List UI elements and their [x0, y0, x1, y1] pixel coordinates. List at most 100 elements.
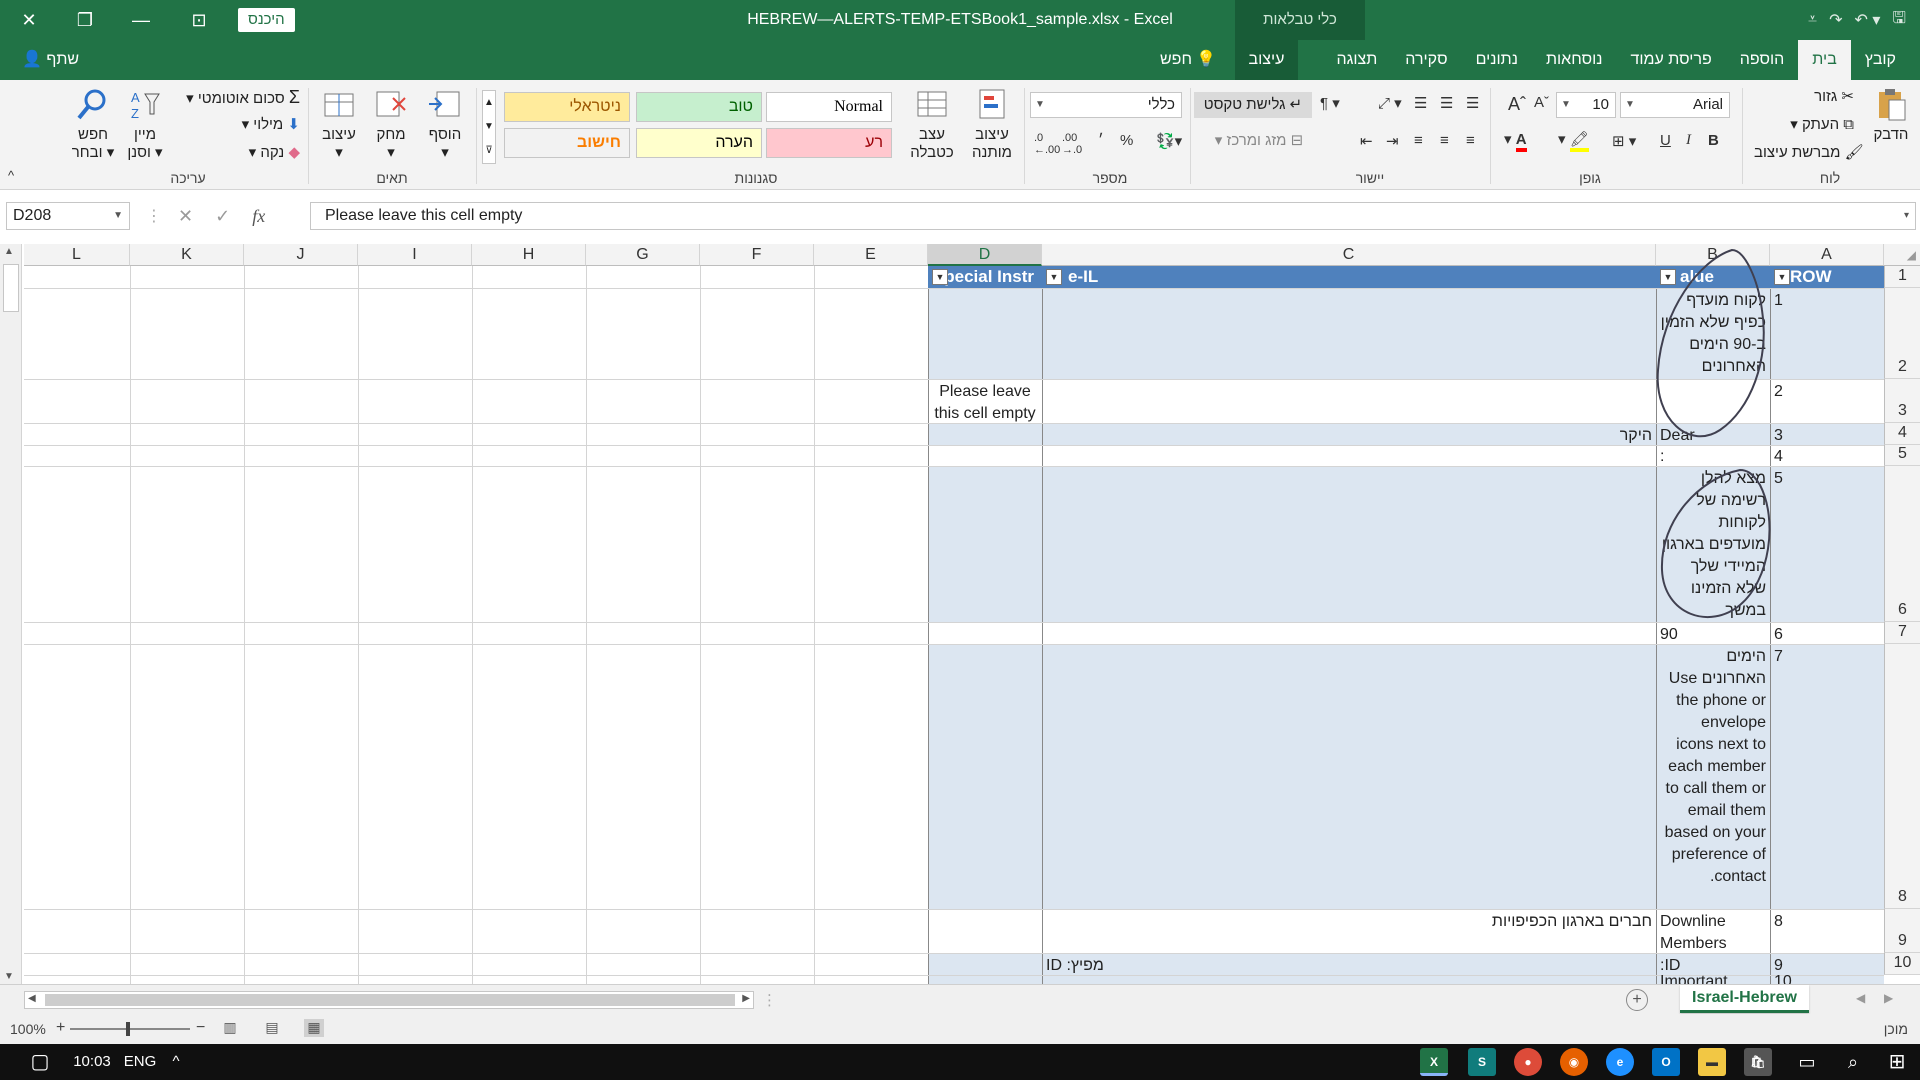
cut-button[interactable]: גזור ✂: [1784, 88, 1854, 106]
customize-qat-icon[interactable]: ⩡: [1808, 11, 1817, 29]
new-sheet-icon[interactable]: +: [1626, 989, 1648, 1011]
ie-app-icon[interactable]: e: [1606, 1048, 1634, 1076]
delete-cells-button[interactable]: מחק ▾: [366, 86, 416, 162]
tab-data[interactable]: נתונים: [1462, 40, 1532, 80]
row-header-1[interactable]: 1: [1884, 266, 1920, 288]
autosum-button[interactable]: ▾ סכום אוטומטי Σ: [176, 88, 300, 108]
find-select-button[interactable]: חפש ובחר ▾: [68, 86, 118, 162]
sway-app-icon[interactable]: S: [1468, 1048, 1496, 1076]
increase-decimal-icon[interactable]: .00 →.0: [1062, 132, 1082, 156]
tab-review[interactable]: סקירה: [1391, 40, 1461, 80]
grow-font-icon[interactable]: Aˆ: [1508, 94, 1526, 115]
scroll-right-icon[interactable]: ▶: [742, 993, 750, 1004]
tab-view[interactable]: תצוגה: [1322, 40, 1391, 80]
page-break-preview-icon[interactable]: ▥: [220, 1019, 240, 1037]
column-header-d[interactable]: D: [928, 244, 1042, 266]
scroll-up-icon[interactable]: ▲: [4, 246, 14, 257]
italic-icon[interactable]: I: [1686, 132, 1691, 149]
share-button[interactable]: 👤 שתף: [22, 40, 79, 80]
excel-app-icon[interactable]: X: [1420, 1048, 1448, 1076]
align-left-icon[interactable]: ≡: [1414, 132, 1423, 149]
clear-button[interactable]: ▾ נקה ◆: [226, 144, 300, 162]
expand-formula-bar-icon[interactable]: ▾: [1904, 203, 1909, 229]
shrink-font-icon[interactable]: Aˇ: [1534, 94, 1549, 111]
input-language[interactable]: ENG: [120, 1044, 160, 1080]
wrap-text-button[interactable]: גלישת טקסט ↵: [1194, 92, 1312, 118]
decrease-decimal-icon[interactable]: .0 ←.00: [1034, 132, 1060, 156]
sign-in-button[interactable]: היכנס: [238, 8, 295, 32]
row-header-2[interactable]: 2: [1884, 288, 1920, 379]
merge-center-button[interactable]: ▾ מזג ומרכז ⊟: [1204, 132, 1314, 150]
collapse-ribbon-icon[interactable]: ^: [8, 168, 14, 183]
font-color-icon[interactable]: ▾ A: [1504, 130, 1527, 152]
normal-view-icon[interactable]: ▦: [304, 1019, 324, 1037]
paste-button[interactable]: הדבק: [1866, 86, 1916, 144]
sort-filter-button[interactable]: AZ מיין וסנן ▾: [122, 86, 168, 162]
cell-b11[interactable]: Important: [1656, 975, 1770, 984]
zoom-slider-knob[interactable]: [126, 1022, 130, 1036]
sheet-nav-right-icon[interactable]: ▶: [1884, 991, 1893, 1005]
cell-a9[interactable]: 8: [1770, 909, 1884, 935]
fill-button[interactable]: ▾ מילוי ⬇: [220, 116, 300, 134]
vertical-scrollbar[interactable]: ▲ ▼: [0, 244, 22, 984]
column-header-e[interactable]: E: [814, 244, 928, 266]
style-neutral[interactable]: ניטראלי: [504, 92, 630, 122]
fill-color-icon[interactable]: ▾ 🖍: [1558, 130, 1589, 152]
tab-formulas[interactable]: נוסחאות: [1532, 40, 1617, 80]
percent-icon[interactable]: %: [1120, 132, 1133, 149]
sheet-tab-israel-hebrew[interactable]: Israel-Hebrew: [1680, 985, 1809, 1013]
tab-file[interactable]: קובץ: [1851, 40, 1910, 80]
style-calculation[interactable]: חישוב: [504, 128, 630, 158]
sheet-nav-left-icon[interactable]: ◀: [1856, 991, 1865, 1005]
worksheet-grid[interactable]: ▲ ▼ L K J I H G F E D C B A ◢ pecial Ins…: [0, 244, 1920, 984]
cell-d3[interactable]: Please leave this cell empty: [928, 379, 1042, 423]
tab-insert[interactable]: הוספה: [1726, 40, 1799, 80]
restore-icon[interactable]: ❐: [62, 0, 108, 40]
close-icon[interactable]: ✕: [6, 0, 52, 40]
cell-a11[interactable]: 10: [1770, 975, 1884, 984]
row-header-8[interactable]: 8: [1884, 644, 1920, 909]
formula-input[interactable]: Please leave this cell empty ▾: [310, 202, 1916, 230]
cancel-icon[interactable]: ✕: [178, 206, 193, 227]
enter-icon[interactable]: ✓: [215, 206, 230, 227]
save-icon[interactable]: 🖫: [1892, 7, 1906, 34]
tab-table-design[interactable]: עיצוב: [1234, 40, 1299, 80]
row-header-3[interactable]: 3: [1884, 379, 1920, 423]
decrease-indent-icon[interactable]: ⇤: [1360, 132, 1373, 150]
ribbon-display-options-icon[interactable]: ⊡: [176, 0, 222, 40]
column-header-h[interactable]: H: [472, 244, 586, 266]
tab-split-grip-icon[interactable]: ⋮: [762, 991, 777, 1009]
firefox-app-icon[interactable]: ◉: [1560, 1048, 1588, 1076]
underline-icon[interactable]: U: [1660, 132, 1671, 149]
cell-a8[interactable]: 7: [1770, 644, 1884, 670]
row-header-6[interactable]: 6: [1884, 466, 1920, 622]
row-header-4[interactable]: 4: [1884, 423, 1920, 445]
align-right-icon[interactable]: ≡: [1466, 132, 1475, 149]
zoom-slider[interactable]: [70, 1022, 190, 1036]
column-header-g[interactable]: G: [586, 244, 700, 266]
row-header-5[interactable]: 5: [1884, 445, 1920, 466]
name-box[interactable]: D208 ▼: [6, 202, 130, 230]
borders-icon[interactable]: ⊞ ▾: [1612, 132, 1636, 150]
bold-icon[interactable]: B: [1708, 132, 1719, 149]
style-note[interactable]: הערה: [636, 128, 762, 158]
zoom-percent[interactable]: 100%: [10, 1021, 46, 1037]
column-header-l[interactable]: L: [24, 244, 130, 266]
style-good[interactable]: טוב: [636, 92, 762, 122]
windows-start-icon[interactable]: ⊞: [1882, 1044, 1912, 1080]
font-name-combo[interactable]: ▼ Arial: [1620, 92, 1730, 118]
conditional-formatting-button[interactable]: עיצוב מותנה: [964, 86, 1020, 162]
align-center-icon[interactable]: ≡: [1440, 132, 1449, 149]
filter-dropdown-icon[interactable]: ▼: [932, 269, 948, 285]
cell-b9[interactable]: Downline Members: [1656, 909, 1770, 953]
align-top-icon[interactable]: ☰: [1466, 94, 1479, 112]
minimize-icon[interactable]: —: [118, 0, 164, 40]
rtl-direction-icon[interactable]: ¶ ▾: [1320, 94, 1340, 112]
styles-gallery-scroll[interactable]: ▲ ▼ ⊽: [482, 90, 496, 164]
tray-chevron-icon[interactable]: ^: [164, 1044, 188, 1080]
column-header-j[interactable]: J: [244, 244, 358, 266]
copy-button[interactable]: ▾ העתק ⧉: [1768, 116, 1854, 134]
row-header-9[interactable]: 9: [1884, 909, 1920, 953]
cell-c10[interactable]: ID :מפיץ: [1042, 953, 1656, 979]
format-painter-button[interactable]: מברשת עיצוב 🖌: [1754, 144, 1864, 162]
